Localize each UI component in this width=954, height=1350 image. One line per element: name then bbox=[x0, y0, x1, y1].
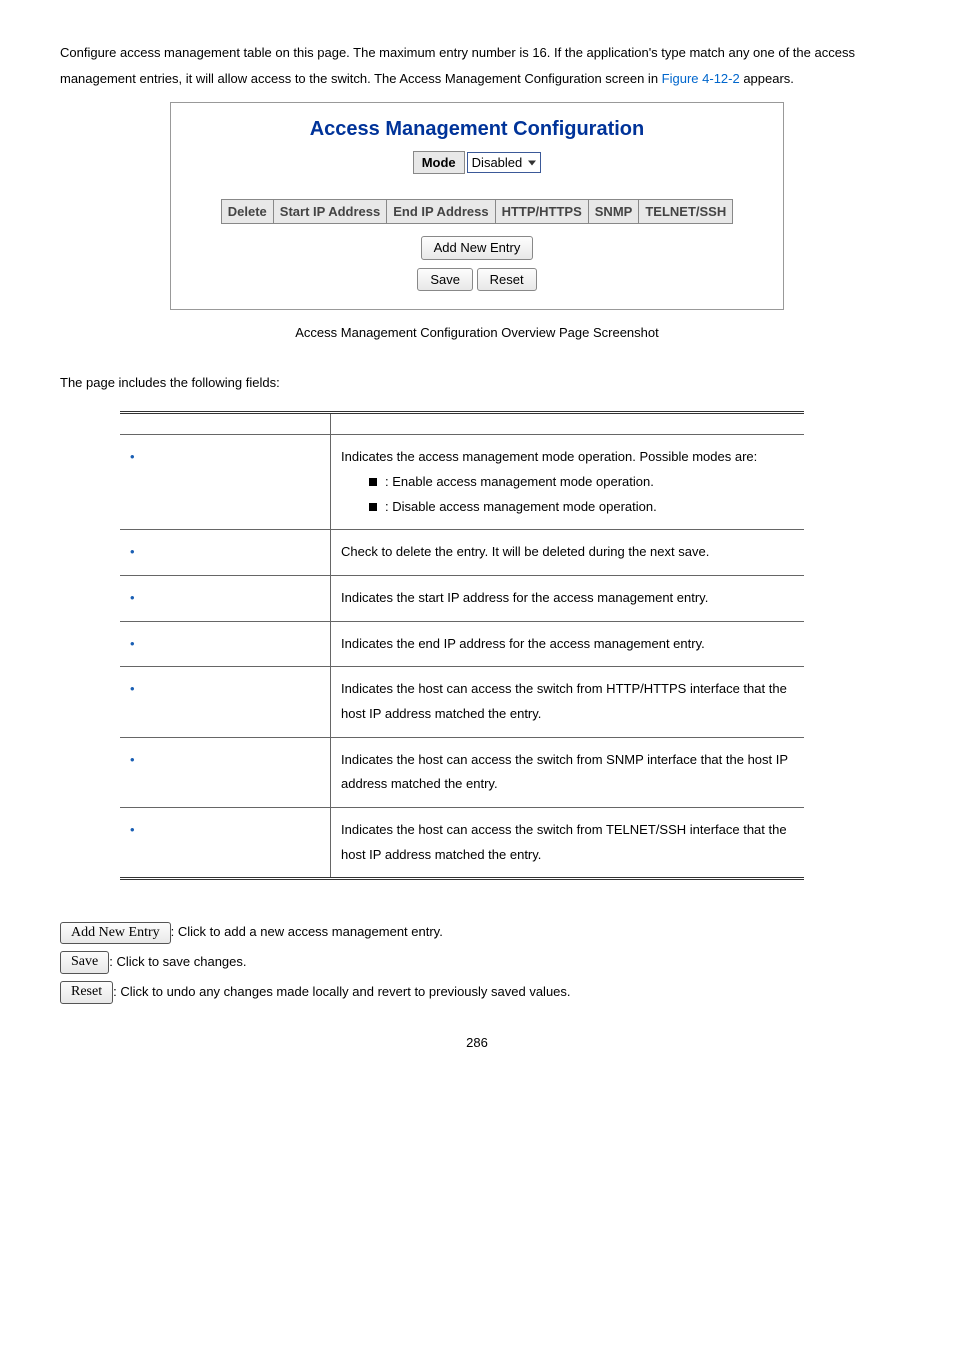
figure-caption: Access Management Configuration Overview… bbox=[60, 325, 894, 340]
object-cell: • bbox=[120, 808, 331, 879]
description-cell: Indicates the end IP address for the acc… bbox=[331, 621, 804, 667]
description-cell: Indicates the start IP address for the a… bbox=[331, 575, 804, 621]
add-entry-help: Add New Entry: Click to add a new access… bbox=[60, 920, 894, 945]
reset-button-inline[interactable]: Reset bbox=[60, 981, 113, 1004]
object-cell: • bbox=[120, 621, 331, 667]
add-new-entry-button-inline[interactable]: Add New Entry bbox=[60, 922, 171, 945]
th-description bbox=[331, 413, 804, 435]
th-snmp: SNMP bbox=[588, 200, 639, 224]
mode-select[interactable]: Disabled bbox=[467, 152, 542, 173]
description-cell: Check to delete the entry. It will be de… bbox=[331, 530, 804, 576]
object-cell: • bbox=[120, 530, 331, 576]
reset-button[interactable]: Reset bbox=[477, 268, 537, 292]
bullet-icon: • bbox=[130, 540, 148, 565]
fields-table: • Indicates the access management mode o… bbox=[120, 411, 804, 880]
object-cell: • bbox=[120, 667, 331, 737]
th-http-https: HTTP/HTTPS bbox=[495, 200, 588, 224]
mode-enabled-desc: : Enable access management mode operatio… bbox=[385, 474, 654, 489]
mode-disabled-desc: : Disable access management mode operati… bbox=[385, 499, 657, 514]
table-row: • Indicates the host can access the swit… bbox=[120, 808, 804, 879]
intro-text-after: appears. bbox=[740, 71, 794, 86]
mode-label: Mode bbox=[413, 151, 465, 174]
table-row: • Indicates the end IP address for the a… bbox=[120, 621, 804, 667]
description-cell: Indicates the host can access the switch… bbox=[331, 667, 804, 737]
object-cell: • bbox=[120, 435, 331, 530]
th-delete: Delete bbox=[221, 200, 273, 224]
add-new-entry-button[interactable]: Add New Entry bbox=[421, 236, 534, 260]
bullet-icon: • bbox=[130, 445, 148, 470]
bullet-icon: • bbox=[130, 818, 148, 843]
entries-table: Delete Start IP Address End IP Address H… bbox=[221, 199, 733, 224]
intro-paragraph: Configure access management table on thi… bbox=[60, 40, 894, 92]
table-row: • Indicates the host can access the swit… bbox=[120, 667, 804, 737]
square-bullet-icon bbox=[369, 478, 377, 486]
figure-title: Access Management Configuration bbox=[181, 118, 773, 141]
table-row: • Check to delete the entry. It will be … bbox=[120, 530, 804, 576]
add-entry-desc: : Click to add a new access management e… bbox=[171, 924, 443, 939]
table-header-row bbox=[120, 413, 804, 435]
th-end-ip: End IP Address bbox=[387, 200, 495, 224]
description-cell: Indicates the access management mode ope… bbox=[331, 435, 804, 530]
table-row: • Indicates the start IP address for the… bbox=[120, 575, 804, 621]
save-button-inline[interactable]: Save bbox=[60, 951, 109, 974]
bullet-icon: • bbox=[130, 586, 148, 611]
fields-intro: The page includes the following fields: bbox=[60, 370, 894, 396]
th-object bbox=[120, 413, 331, 435]
figure-link[interactable]: Figure 4-12-2 bbox=[662, 71, 740, 86]
table-row: • Indicates the access management mode o… bbox=[120, 435, 804, 530]
save-button[interactable]: Save bbox=[417, 268, 473, 292]
th-telnet-ssh: TELNET/SSH bbox=[639, 200, 733, 224]
bullet-icon: • bbox=[130, 677, 148, 702]
description-cell: Indicates the host can access the switch… bbox=[331, 737, 804, 807]
page-number: 286 bbox=[60, 1035, 894, 1050]
save-help: Save: Click to save changes. bbox=[60, 950, 894, 975]
bullet-icon: • bbox=[130, 632, 148, 657]
th-start-ip: Start IP Address bbox=[273, 200, 386, 224]
description-cell: Indicates the host can access the switch… bbox=[331, 808, 804, 879]
mode-desc-intro: Indicates the access management mode ope… bbox=[341, 449, 757, 464]
figure-screenshot: Access Management Configuration Mode Dis… bbox=[170, 102, 784, 310]
mode-row: Mode Disabled bbox=[413, 151, 542, 174]
bullet-icon: • bbox=[130, 748, 148, 773]
table-row: • Indicates the host can access the swit… bbox=[120, 737, 804, 807]
reset-desc: : Click to undo any changes made locally… bbox=[113, 984, 570, 999]
save-desc: : Click to save changes. bbox=[109, 954, 246, 969]
square-bullet-icon bbox=[369, 503, 377, 511]
object-cell: • bbox=[120, 737, 331, 807]
reset-help: Reset: Click to undo any changes made lo… bbox=[60, 980, 894, 1005]
object-cell: • bbox=[120, 575, 331, 621]
